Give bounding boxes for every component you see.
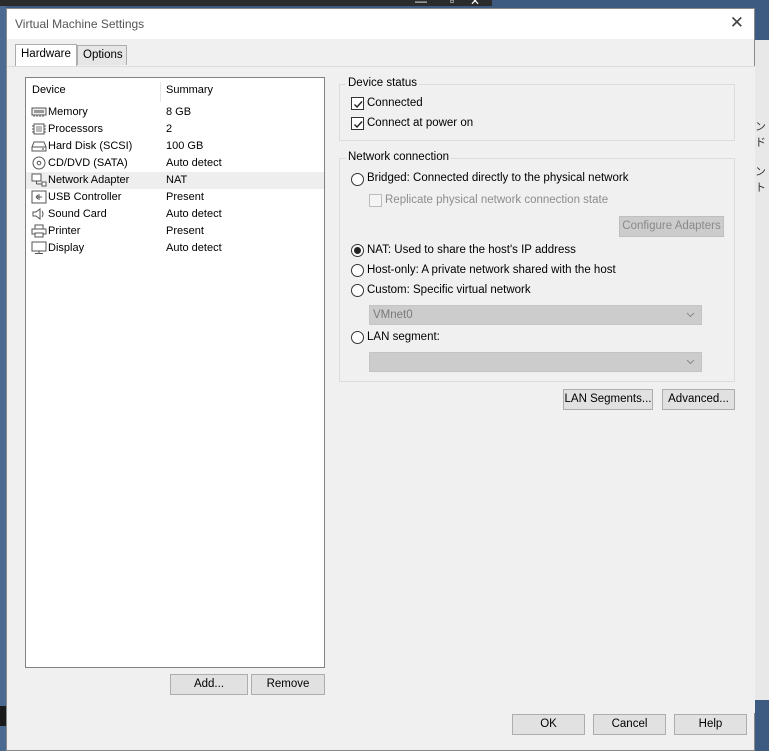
device-summary: Present [166,225,204,237]
column-header-device[interactable]: Device [32,84,66,96]
device-name: Processors [48,123,104,135]
background-restore-icon: ▫ [450,0,455,8]
device-summary: Auto detect [166,208,222,220]
background-close-icon: ✕ [470,0,481,8]
nat-label[interactable]: NAT: Used to share the host's IP address [367,244,576,256]
printer-icon [31,224,47,238]
host-only-label[interactable]: Host-only: A private network shared with… [367,264,616,276]
device-status-group: Device status Connected Connect at power… [339,77,735,141]
device-name: Network Adapter [48,174,130,186]
connected-label[interactable]: Connected [367,97,423,109]
background-window-titlebar: — ▫ ✕ [0,0,492,8]
device-summary: 2 [166,123,173,135]
network-connection-group: Network connection Bridged: Connected di… [339,151,735,382]
device-row-hard-disk[interactable]: Hard Disk (SCSI) 100 GB [26,138,324,155]
custom-radio[interactable] [351,284,364,297]
device-row-usb-controller[interactable]: USB Controller Present [26,189,324,206]
background-text: ント [755,166,766,194]
chevron-down-icon [686,306,695,330]
column-header-summary[interactable]: Summary [166,84,213,96]
device-row-processors[interactable]: Processors 2 [26,121,324,138]
device-name: USB Controller [48,191,122,203]
bridged-label[interactable]: Bridged: Connected directly to the physi… [367,172,628,184]
checkmark-icon [354,121,363,129]
configure-adapters-button[interactable]: Configure Adapters [619,216,724,237]
add-device-button[interactable]: Add... [170,674,248,695]
device-name: Sound Card [48,208,107,220]
device-row-display[interactable]: Display Auto detect [26,240,324,257]
window-title: Virtual Machine Settings [15,17,145,31]
display-icon [31,241,47,254]
chevron-down-icon [686,353,695,377]
title-bar: Virtual Machine Settings ✕ [7,9,754,39]
hardware-panel: Device Summary Memory 8 GB Processors 2 … [7,66,755,713]
device-summary: Auto detect [166,242,222,254]
tab-hardware[interactable]: Hardware [15,44,77,66]
background-text: ンド [755,121,766,149]
help-button[interactable]: Help [674,714,747,735]
custom-network-value: VMnet0 [373,309,413,321]
device-list[interactable]: Device Summary Memory 8 GB Processors 2 … [25,77,325,668]
device-row-memory[interactable]: Memory 8 GB [26,104,324,121]
device-summary: Present [166,191,204,203]
processor-icon [32,123,46,135]
host-only-radio[interactable] [351,264,364,277]
close-icon[interactable]: ✕ [730,13,744,33]
connect-at-power-on-checkbox[interactable] [351,117,364,130]
connected-checkbox[interactable] [351,97,364,110]
bridged-radio[interactable] [351,173,364,186]
replicate-state-label[interactable]: Replicate physical network connection st… [385,194,608,206]
column-separator[interactable] [160,82,161,102]
device-name: Memory [48,106,88,118]
background-window-edge: ンド ント [755,40,769,700]
device-summary: 100 GB [166,140,204,152]
device-name: Hard Disk (SCSI) [48,140,133,152]
remove-device-button[interactable]: Remove [251,674,325,695]
device-name: CD/DVD (SATA) [48,157,128,169]
cancel-button[interactable]: Cancel [593,714,666,735]
device-row-printer[interactable]: Printer Present [26,223,324,240]
nat-radio[interactable] [351,244,364,257]
lan-segment-radio[interactable] [351,331,364,344]
network-connection-legend: Network connection [346,151,451,163]
lan-segments-button[interactable]: LAN Segments... [563,389,653,410]
hard-disk-icon [31,141,47,152]
device-name: Printer [48,225,81,237]
cd-dvd-icon [32,156,46,170]
device-row-cd-dvd[interactable]: CD/DVD (SATA) Auto detect [26,155,324,172]
vm-settings-dialog: Virtual Machine Settings ✕ Hardware Opti… [6,8,755,751]
lan-segment-dropdown[interactable] [369,352,702,372]
checkmark-icon [354,101,363,109]
device-status-legend: Device status [346,77,420,89]
sound-card-icon [32,208,44,220]
device-summary: 8 GB [166,106,192,118]
tab-options[interactable]: Options [77,45,127,65]
device-list-header: Device Summary [26,82,324,102]
custom-network-dropdown[interactable]: VMnet0 [369,305,702,325]
ok-button[interactable]: OK [512,714,585,735]
connect-at-power-on-label[interactable]: Connect at power on [367,117,473,129]
device-summary: Auto detect [166,157,222,169]
lan-segment-label[interactable]: LAN segment: [367,331,440,343]
advanced-button[interactable]: Advanced... [662,389,735,410]
usb-icon [31,190,47,204]
device-row-network-adapter[interactable]: Network Adapter NAT [26,172,324,189]
device-summary: NAT [166,174,188,186]
custom-label[interactable]: Custom: Specific virtual network [367,284,531,296]
network-adapter-icon [31,173,47,187]
device-row-sound-card[interactable]: Sound Card Auto detect [26,206,324,223]
background-minimize-icon: — [415,0,427,8]
device-name: Display [48,242,85,254]
memory-icon [31,107,47,117]
replicate-state-checkbox[interactable] [369,194,382,207]
